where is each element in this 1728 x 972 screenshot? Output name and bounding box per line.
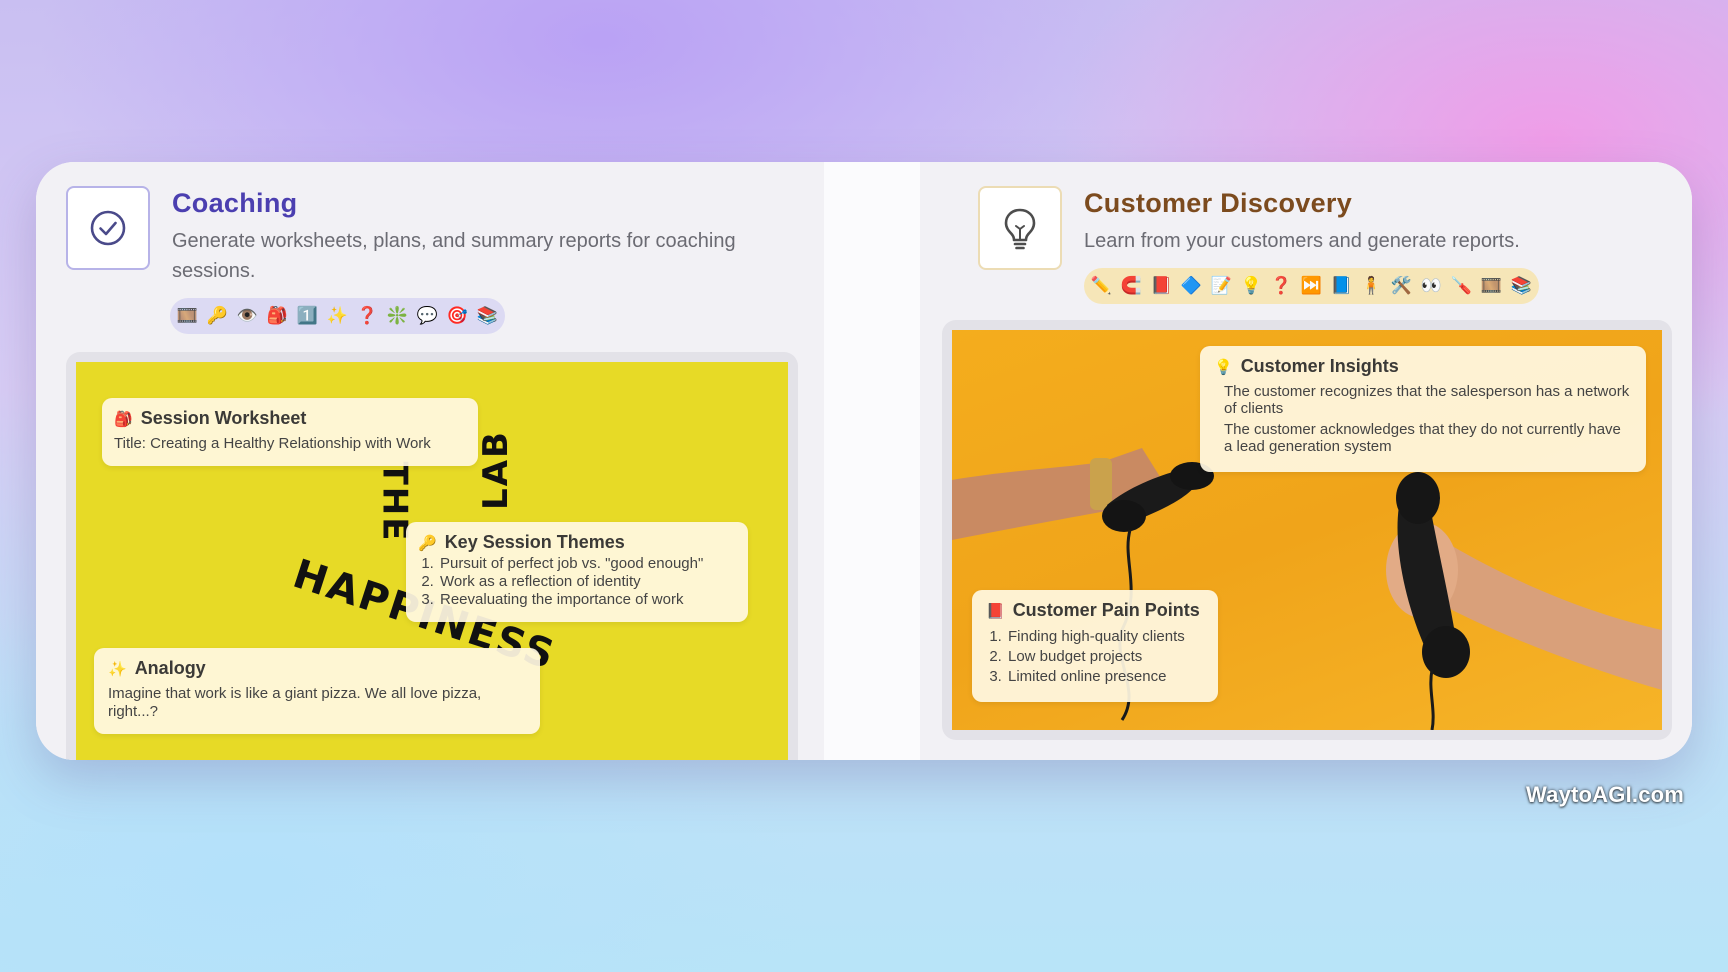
customer-insights-note: 💡 Customer Insights The customer recogniz… bbox=[1200, 346, 1646, 472]
session-worksheet-heading: Session Worksheet bbox=[140, 408, 307, 428]
question-icon: ❓ bbox=[1270, 276, 1293, 295]
list-item: Low budget projects bbox=[1006, 647, 1204, 667]
coaching-icon-box bbox=[66, 186, 150, 270]
discovery-preview: 💡 Customer Insights The customer recogniz… bbox=[942, 320, 1672, 740]
lightbulb-icon: 💡 bbox=[1214, 358, 1233, 376]
coaching-emoji-strip: 🎞️ 🔑 👁️ 🎒 1️⃣ ✨ ❓ ❇️ 💬 🎯 📚 bbox=[170, 298, 505, 334]
sparkles-icon: ✨ bbox=[326, 306, 349, 325]
book-icon: 📕 bbox=[1150, 276, 1173, 295]
pencil-icon: ✏️ bbox=[1090, 276, 1113, 295]
discovery-title: Customer Discovery bbox=[1084, 188, 1353, 218]
list-item: The customer recognizes that the salespe… bbox=[1224, 383, 1630, 417]
book-icon: 📕 bbox=[986, 602, 1005, 620]
image-text-lab: LAB bbox=[475, 430, 516, 510]
key-session-themes-note: 🔑 Key Session Themes Pursuit of perfect j… bbox=[406, 522, 748, 622]
watermark: WaytoAGI.com bbox=[1526, 782, 1685, 807]
coaching-description: Generate worksheets, plans, and summary … bbox=[172, 230, 736, 282]
books-icon: 📚 bbox=[476, 306, 499, 325]
memo-icon: 📝 bbox=[1210, 276, 1233, 295]
session-worksheet-note: 🎒 Session Worksheet Title: Creating a Hea… bbox=[102, 398, 478, 466]
blue-book-icon: 📘 bbox=[1330, 276, 1353, 295]
coaching-card[interactable]: Coaching Generate worksheets, plans, and… bbox=[36, 162, 824, 760]
magnet-icon: 🧲 bbox=[1120, 276, 1143, 295]
lightbulb-icon bbox=[1004, 208, 1036, 250]
question-icon: ❓ bbox=[356, 306, 379, 325]
card-divider bbox=[824, 162, 920, 760]
person-icon: 🧍 bbox=[1360, 276, 1383, 295]
number-one-icon: 1️⃣ bbox=[296, 306, 319, 325]
session-worksheet-body: Title: Creating a Healthy Relationship w… bbox=[114, 435, 431, 452]
template-showcase: Coaching Generate worksheets, plans, and… bbox=[36, 162, 1692, 760]
coaching-preview: THE HAPPINESS LAB 🎒Session Worksheet Tit… bbox=[66, 352, 798, 760]
list-item: Limited online presence bbox=[1006, 667, 1204, 687]
analogy-note: ✨ Analogy Imagine that work is like a gia… bbox=[94, 648, 540, 734]
film-icon: 🎞️ bbox=[176, 306, 199, 325]
film-icon: 🎞️ bbox=[1480, 276, 1503, 295]
sparkles-icon: ✨ bbox=[108, 660, 127, 678]
backpack-icon: 🎒 bbox=[266, 306, 289, 325]
analogy-heading: Analogy bbox=[134, 658, 206, 678]
eyes-icon: 👀 bbox=[1420, 276, 1443, 295]
customer-discovery-card[interactable]: Customer Discovery Learn from your custo… bbox=[920, 162, 1692, 760]
books-icon: 📚 bbox=[1510, 276, 1533, 295]
check-circle-icon bbox=[90, 210, 126, 246]
screwdriver-icon: 🪛 bbox=[1450, 276, 1473, 295]
list-item: Work as a reflection of identity bbox=[438, 573, 736, 591]
customer-insights-list: The customer recognizes that the salespe… bbox=[1214, 383, 1632, 455]
discovery-emoji-strip: ✏️ 🧲 📕 🔷 📝 💡 ❓ ⏭️ 📘 🧍 🛠️ 👀 🪛 🎞️ 📚 bbox=[1084, 268, 1539, 304]
eye-icon: 👁️ bbox=[236, 306, 259, 325]
target-icon: 🎯 bbox=[446, 306, 469, 325]
customer-pain-points-heading: Customer Pain Points bbox=[1012, 600, 1200, 620]
coaching-title: Coaching bbox=[172, 188, 298, 218]
key-icon: 🔑 bbox=[206, 306, 229, 325]
speech-bubble-icon: 💬 bbox=[416, 306, 439, 325]
customer-pain-points-note: 📕 Customer Pain Points Finding high-quali… bbox=[972, 590, 1218, 702]
list-item: Reevaluating the importance of work bbox=[438, 591, 736, 609]
key-session-themes-list: Pursuit of perfect job vs. "good enough"… bbox=[418, 555, 736, 609]
fast-forward-icon: ⏭️ bbox=[1300, 276, 1323, 295]
list-item: Finding high-quality clients bbox=[1006, 627, 1204, 647]
backpack-icon: 🎒 bbox=[114, 410, 133, 428]
lightbulb-icon: 💡 bbox=[1240, 276, 1263, 295]
list-item: Pursuit of perfect job vs. "good enough" bbox=[438, 555, 736, 573]
tools-icon: 🛠️ bbox=[1390, 276, 1413, 295]
discovery-icon-box bbox=[978, 186, 1062, 270]
key-session-themes-heading: Key Session Themes bbox=[444, 532, 625, 552]
diamond-icon: 🔷 bbox=[1180, 276, 1203, 295]
analogy-body: Imagine that work is like a giant pizza.… bbox=[108, 685, 482, 720]
list-item: The customer acknowledges that they do n… bbox=[1224, 421, 1621, 455]
key-icon: 🔑 bbox=[418, 534, 437, 552]
customer-insights-heading: Customer Insights bbox=[1240, 356, 1399, 376]
sparkle-box-icon: ❇️ bbox=[386, 306, 409, 325]
discovery-description: Learn from your customers and generate r… bbox=[1084, 230, 1520, 252]
customer-pain-points-list: Finding high-quality clients Low budget … bbox=[986, 627, 1204, 687]
